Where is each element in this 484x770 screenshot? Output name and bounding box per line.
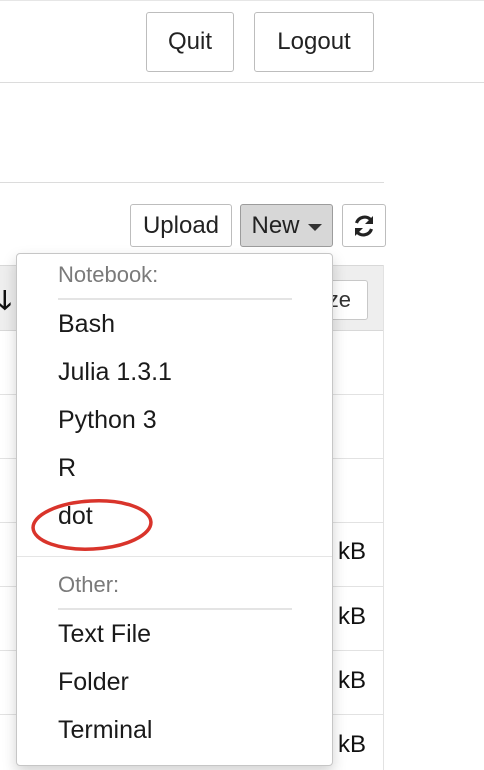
file-list-border: [383, 265, 384, 770]
file-size: kB: [338, 603, 367, 630]
file-size: kB: [338, 731, 367, 758]
arrow-down-icon[interactable]: 🡓: [0, 282, 12, 326]
menu-item-terminal[interactable]: Terminal: [58, 716, 152, 745]
menu-item-python[interactable]: Python 3: [58, 406, 157, 435]
upload-button[interactable]: Upload: [130, 204, 232, 247]
refresh-icon: [354, 215, 374, 236]
menu-item-folder[interactable]: Folder: [58, 668, 129, 697]
notebook-section-separator: [58, 298, 292, 300]
other-section-header: Other:: [58, 572, 120, 597]
menu-item-julia[interactable]: Julia 1.3.1: [58, 358, 172, 387]
menu-item-bash[interactable]: Bash: [58, 310, 115, 339]
top-edge-divider: [0, 0, 484, 1]
highlight-ellipse-annotation: [31, 499, 153, 551]
menu-item-r[interactable]: R: [58, 454, 76, 483]
other-section-separator: [58, 608, 292, 610]
refresh-button[interactable]: [342, 204, 386, 247]
header-divider: [0, 82, 484, 83]
caret-down-icon: [307, 224, 322, 231]
menu-item-text-file[interactable]: Text File: [58, 620, 151, 649]
file-size: kB: [338, 667, 367, 694]
logout-button[interactable]: Logout: [254, 12, 374, 72]
new-button[interactable]: New: [240, 204, 333, 247]
new-button-label: New: [251, 211, 300, 239]
notebook-section-header: Notebook:: [58, 262, 159, 287]
file-size: kB: [338, 538, 367, 565]
quit-button[interactable]: Quit: [146, 12, 234, 72]
menu-divider: [17, 556, 332, 557]
toolbar-divider: [0, 182, 384, 183]
